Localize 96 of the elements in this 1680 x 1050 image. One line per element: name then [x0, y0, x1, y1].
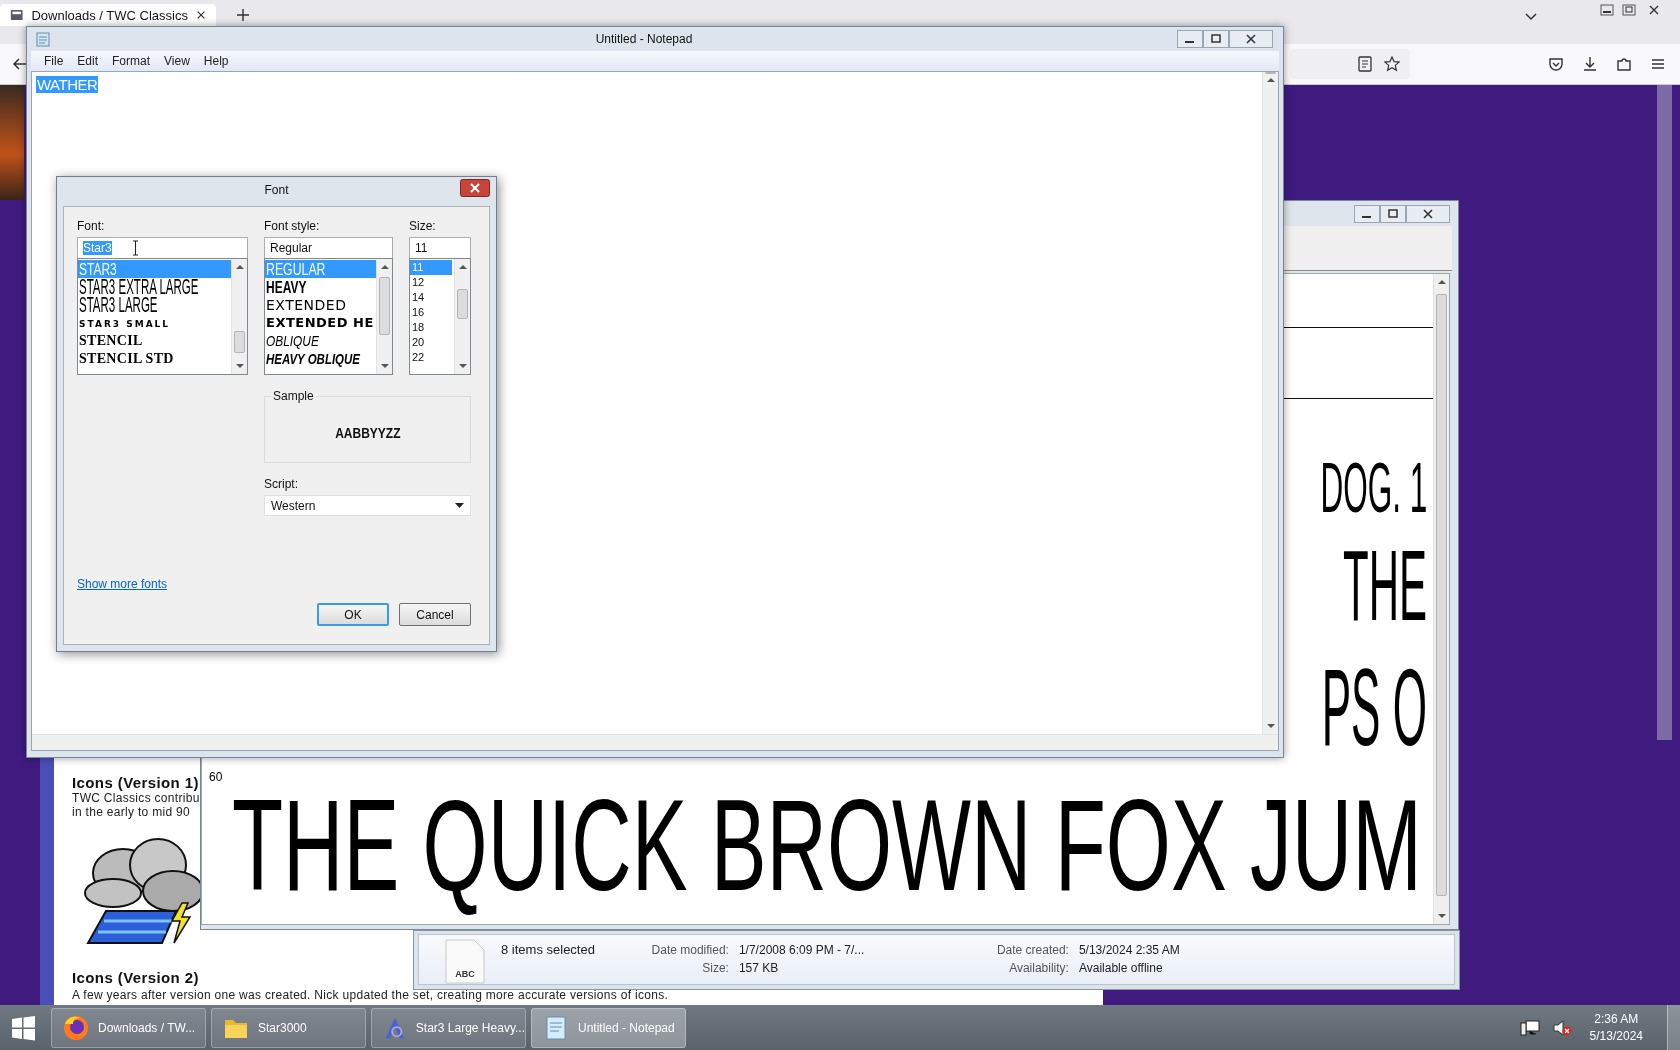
paragraph: A few years after version one was created. Nick updated the set, creating more accurate versions of icons.	[72, 989, 669, 1002]
field-label: Availability:	[1008, 961, 1069, 975]
address-field[interactable]	[1290, 49, 1410, 79]
field-value: 1/7/2008 6:09 PM - 7/...	[738, 943, 866, 957]
sample-text: AABBYYZZ	[334, 424, 401, 441]
scrollbar[interactable]	[376, 259, 392, 374]
font-list-item[interactable]: STAR3 LARGE	[78, 296, 231, 314]
minimize-icon[interactable]	[1600, 4, 1614, 16]
field-label: Size:	[701, 961, 729, 975]
taskbar-button[interactable]: Star3000	[211, 1007, 366, 1048]
menu-item[interactable]: Edit	[70, 54, 106, 68]
text-cursor-icon	[131, 240, 139, 256]
specimen-text: THE	[1343, 528, 1427, 643]
new-tab-icon[interactable]	[236, 8, 250, 22]
maximize-button[interactable]	[1203, 30, 1229, 48]
ok-button[interactable]: OK	[317, 603, 389, 626]
field-value: 5/13/2024 2:35 AM	[1078, 943, 1180, 957]
close-icon[interactable]	[195, 9, 206, 21]
scrollbar[interactable]	[231, 259, 247, 374]
star-icon[interactable]	[1384, 56, 1400, 72]
font-list-item[interactable]: STENCIL STD	[78, 350, 231, 368]
style-list-item[interactable]: EXTENDED HE	[265, 314, 376, 332]
network-icon[interactable]	[1519, 1018, 1540, 1037]
muted-speaker-icon[interactable]	[1551, 1018, 1572, 1037]
maximize-button[interactable]	[1380, 204, 1406, 223]
font-style-field[interactable]: Regular	[264, 237, 393, 258]
size-list-item[interactable]: 22	[410, 350, 452, 365]
font-list-item[interactable]: STAR3 SMALL	[78, 314, 231, 332]
selected-text: Star3	[83, 241, 112, 255]
menu-item[interactable]: Help	[196, 54, 236, 68]
scrollbar[interactable]	[1657, 85, 1672, 740]
chevron-icon[interactable]	[1524, 12, 1538, 22]
size-label: 60	[208, 770, 224, 784]
field-label: Date created:	[995, 943, 1069, 957]
scrollbar[interactable]	[454, 259, 470, 374]
browser-icon	[62, 1013, 90, 1042]
browser-tab[interactable]: Downloads / TWC Classics	[0, 4, 216, 26]
style-list-item[interactable]: OBLIQUE	[265, 332, 376, 350]
font-file-icon: ABC	[443, 939, 487, 985]
taskbar-button[interactable]: Star3 Large Heavy...	[371, 1007, 526, 1048]
size-list-item[interactable]: 16	[410, 305, 452, 320]
dialog-title: Font	[264, 183, 289, 197]
font-list-item[interactable]: STAR3 EXTRA LARGE	[78, 278, 231, 296]
minimize-button[interactable]	[1177, 30, 1203, 48]
size-list-item[interactable]: 12	[410, 275, 452, 290]
list-box[interactable]: 11 12 14 16 18 20 22	[409, 258, 471, 375]
specimen-text: PS O	[1321, 644, 1427, 770]
cancel-button[interactable]: Cancel	[399, 603, 471, 626]
scrollbar[interactable]	[1262, 72, 1278, 734]
specimen-text: THE QUICK BROWN FOX JUM	[232, 771, 1422, 920]
group-label: Sample	[272, 389, 315, 403]
field-label: Font style:	[264, 219, 321, 233]
size-list-item[interactable]: 14	[410, 290, 452, 305]
taskbar-button[interactable]: Downloads / TW...	[51, 1007, 206, 1048]
reader-view-icon[interactable]	[1358, 56, 1372, 72]
field-value: 157 KB	[738, 961, 780, 975]
puzzle-icon[interactable]	[1616, 56, 1632, 72]
field-label: Date modified:	[650, 943, 729, 957]
field-value: Available offline	[1078, 961, 1164, 975]
menu-item[interactable]: File	[37, 54, 71, 68]
show-more-fonts-link[interactable]: Show more fonts	[77, 577, 168, 591]
field-label: Size:	[409, 219, 437, 233]
window-title: Untitled - Notepad	[594, 32, 694, 46]
restore-icon[interactable]	[1622, 4, 1636, 16]
style-list-item[interactable]: HEAVY OBLIQUE	[265, 350, 376, 368]
font-size-field[interactable]: 11	[409, 237, 471, 258]
paragraph-line: in the early to mid 90	[72, 805, 190, 819]
minimize-button[interactable]	[1354, 204, 1380, 223]
selection-summary: 8 items selected	[501, 942, 595, 957]
menu-item[interactable]: Format	[105, 54, 158, 68]
caret-icon	[455, 502, 464, 509]
size-list-item[interactable]: 18	[410, 320, 452, 335]
font-list-item[interactable]: STENCIL	[78, 332, 231, 350]
style-list-item[interactable]: HEAVY	[265, 278, 376, 296]
list-box[interactable]: STAR3 STAR3 EXTRA LARGE STAR3 LARGE STAR3 SMALL STENCIL STENCIL STD	[77, 258, 248, 375]
field-label: Font:	[77, 219, 106, 233]
specimen-text: DOG. 1	[1320, 448, 1427, 528]
size-list-item[interactable]: 20	[410, 335, 452, 350]
clock[interactable]: 2:36 AM 5/13/2024	[1589, 1010, 1643, 1045]
horizontal-scrollbar[interactable]	[32, 734, 1278, 750]
style-list-item[interactable]: EXTENDED	[265, 296, 376, 314]
menu-item[interactable]: View	[157, 54, 197, 68]
close-button[interactable]	[460, 179, 490, 197]
scrollbar[interactable]	[1433, 274, 1449, 924]
page-icon	[10, 7, 24, 23]
menu-icon[interactable]	[1650, 56, 1666, 72]
paragraph-line: TWC Classics contribu	[72, 791, 200, 805]
list-box[interactable]: REGULAR HEAVY EXTENDED EXTENDED HE OBLIQUE HEAVY OBLIQUE	[264, 258, 393, 375]
section-heading: Icons (Version 2)	[72, 969, 199, 986]
section-heading: Icons (Version 1)	[72, 774, 199, 791]
field-label: Script:	[264, 477, 299, 491]
download-icon[interactable]	[1582, 56, 1598, 72]
script-dropdown[interactable]: Western	[264, 495, 471, 516]
back-arrow-icon[interactable]	[12, 56, 28, 72]
notepad-icon	[35, 31, 51, 47]
pocket-icon[interactable]	[1548, 56, 1564, 72]
